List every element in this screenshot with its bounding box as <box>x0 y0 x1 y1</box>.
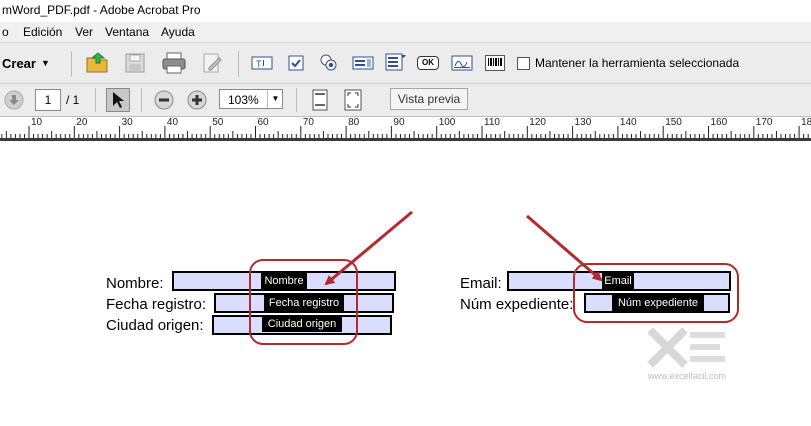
watermark-text: www.excelfacil.com <box>648 371 727 381</box>
arrow-left-icon <box>324 210 413 286</box>
arrow-right-icon <box>526 214 603 282</box>
watermark: www.excelfacil.com <box>640 325 740 385</box>
watermark-logo-icon <box>647 327 725 368</box>
